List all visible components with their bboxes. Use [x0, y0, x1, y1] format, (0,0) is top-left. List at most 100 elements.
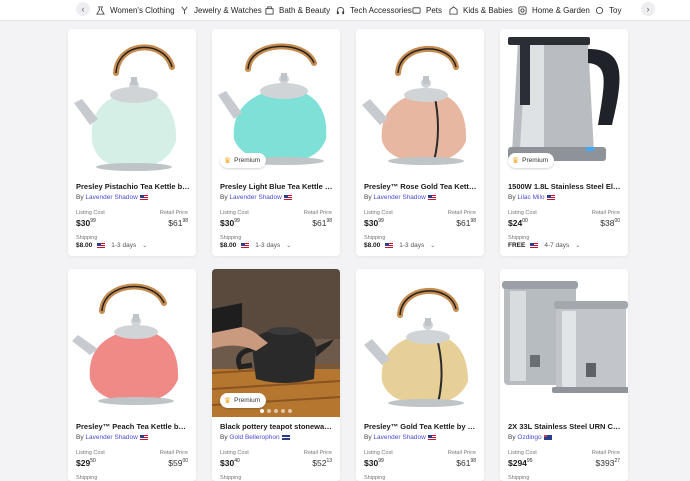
product-card[interactable]: Presley™ Peach Tea Kettle by Pi... By La… [68, 269, 196, 481]
category-bar: ‹ Women's Clothing Jewelry & Watches Bat… [0, 0, 690, 21]
category-label: Toy [609, 5, 622, 15]
kids-icon [449, 5, 458, 15]
listing-cost-value: $29495 [508, 458, 533, 468]
listing-cost-label: Listing Cost [220, 450, 249, 456]
seller-line: By Lavender Shadow [76, 434, 148, 441]
scroll-right-button[interactable]: › [641, 2, 655, 16]
shipping-selector[interactable]: $8.00 1-3 days ⌄ [220, 242, 291, 249]
dress-icon [96, 5, 105, 15]
headphones-icon [336, 6, 345, 14]
product-card[interactable]: 2X 33L Stainless Steel URN Com... By Ozd… [500, 269, 628, 481]
product-title[interactable]: Black pottery teapot stoneware ... [220, 422, 334, 431]
product-card[interactable]: Presley™ Gold Tea Kettle by Pin... By La… [356, 269, 484, 481]
shipping-label: Shipping [364, 235, 386, 241]
product-image-kettle-gold[interactable] [356, 269, 484, 417]
product-card[interactable]: Presley Pistachio Tea Kettle by P... By … [68, 29, 196, 256]
pet-icon [412, 6, 421, 14]
listing-cost-label: Listing Cost [220, 210, 249, 216]
category-pets[interactable]: Pets [412, 3, 442, 17]
seller-link[interactable]: Lilac Milo [517, 194, 544, 201]
retail-price-label: Retail Price [591, 450, 620, 456]
category-womens-clothing[interactable]: Women's Clothing [96, 3, 175, 17]
shipping-label: Shipping [220, 235, 242, 241]
category-label: Tech Accessories [350, 5, 412, 15]
us-flag-icon [530, 243, 539, 248]
category-jewelry-watches[interactable]: Jewelry & Watches [180, 3, 262, 17]
seller-link[interactable]: Lavender Shadow [85, 194, 137, 201]
chevron-down-icon: ⌄ [575, 243, 581, 249]
crown-icon: ♛ [224, 395, 232, 405]
retail-price-label: Retail Price [447, 210, 476, 216]
us-flag-icon [241, 243, 250, 248]
product-title[interactable]: Presley™ Peach Tea Kettle by Pi... [76, 422, 190, 431]
category-bath-beauty[interactable]: Bath & Beauty [265, 3, 330, 17]
category-toy[interactable]: Toy [595, 3, 621, 17]
product-card[interactable]: ♛ Premium 1500W 1.8L Stainless Steel Elec… [500, 29, 628, 256]
product-image-kettle-mint[interactable] [68, 29, 196, 177]
chevron-down-icon: ⌄ [142, 243, 148, 249]
product-title[interactable]: Presley™ Rose Gold Tea Kettle ... [364, 182, 478, 191]
shipping-label: Shipping [76, 475, 98, 481]
product-title[interactable]: Presley Light Blue Tea Kettle by ... [220, 182, 334, 191]
home-icon [518, 5, 527, 15]
shipping-selector[interactable]: FREE 4-7 days ⌄ [508, 242, 580, 249]
shipping-label: Shipping [508, 235, 530, 241]
premium-badge: ♛ Premium [220, 393, 267, 408]
listing-cost-value: $3099 [364, 458, 384, 468]
seller-link[interactable]: Lavender Shadow [85, 434, 137, 441]
premium-badge: ♛ Premium [220, 153, 267, 168]
seller-link[interactable]: Ozdingo [517, 434, 541, 441]
seller-link[interactable]: Lavender Shadow [229, 194, 281, 201]
crown-icon: ♛ [512, 155, 520, 165]
listing-cost-label: Listing Cost [76, 210, 105, 216]
listing-cost-label: Listing Cost [508, 450, 537, 456]
listing-cost-value: $3040 [220, 458, 240, 468]
retail-price-label: Retail Price [447, 450, 476, 456]
listing-cost-label: Listing Cost [508, 210, 537, 216]
seller-line: By Gold Bellerophon [220, 434, 290, 441]
seller-link[interactable]: Lavender Shadow [373, 194, 425, 201]
crown-icon: ♛ [224, 155, 232, 165]
product-image-kettle-rose[interactable] [356, 29, 484, 177]
retail-price-value: $5900 [168, 458, 188, 468]
category-tech-accessories[interactable]: Tech Accessories [336, 3, 412, 17]
us-flag-icon [283, 194, 292, 200]
listing-cost-label: Listing Cost [364, 210, 393, 216]
shipping-label: Shipping [364, 475, 386, 481]
category-kids-babies[interactable]: Kids & Babies [449, 3, 513, 17]
image-carousel-dots[interactable] [260, 409, 292, 413]
shipping-selector[interactable]: $8.00 1-3 days ⌄ [364, 242, 435, 249]
listing-cost-value: $2950 [76, 458, 96, 468]
us-flag-icon [427, 434, 436, 440]
us-flag-icon [427, 194, 436, 200]
seller-link[interactable]: Lavender Shadow [373, 434, 425, 441]
product-image-kettle-peach[interactable] [68, 269, 196, 417]
product-image-steel-urns[interactable] [500, 269, 628, 417]
product-title[interactable]: Presley™ Gold Tea Kettle by Pin... [364, 422, 478, 431]
seller-line: By Lavender Shadow [364, 434, 436, 441]
beauty-icon [265, 5, 274, 15]
category-label: Women's Clothing [110, 5, 175, 15]
product-title[interactable]: 2X 33L Stainless Steel URN Com... [508, 422, 622, 431]
product-card[interactable]: ♛ Premium Black pottery teapot stoneware … [212, 269, 340, 481]
us-flag-icon [139, 194, 148, 200]
scroll-left-button[interactable]: ‹ [76, 2, 90, 16]
category-label: Kids & Babies [463, 5, 513, 15]
us-flag-icon [139, 434, 148, 440]
listing-cost-value: $3099 [76, 218, 96, 228]
shipping-label: Shipping [220, 475, 242, 481]
seller-line: By Lavender Shadow [220, 194, 292, 201]
product-card[interactable]: ♛ Premium Presley Light Blue Tea Kettle b… [212, 29, 340, 256]
product-card[interactable]: Presley™ Rose Gold Tea Kettle ... By Lav… [356, 29, 484, 256]
shipping-selector[interactable]: $8.00 1-3 days ⌄ [76, 242, 147, 249]
listing-cost-label: Listing Cost [76, 450, 105, 456]
listing-cost-value: $3099 [220, 218, 240, 228]
product-title[interactable]: Presley Pistachio Tea Kettle by P... [76, 182, 190, 191]
retail-price-value: $5213 [312, 458, 332, 468]
shipping-label: Shipping [508, 475, 530, 481]
retail-price-value: $6198 [168, 218, 188, 228]
category-label: Jewelry & Watches [194, 5, 262, 15]
seller-link[interactable]: Gold Bellerophon [229, 434, 279, 441]
product-title[interactable]: 1500W 1.8L Stainless Steel Elect... [508, 182, 622, 191]
category-home-garden[interactable]: Home & Garden [518, 3, 590, 17]
